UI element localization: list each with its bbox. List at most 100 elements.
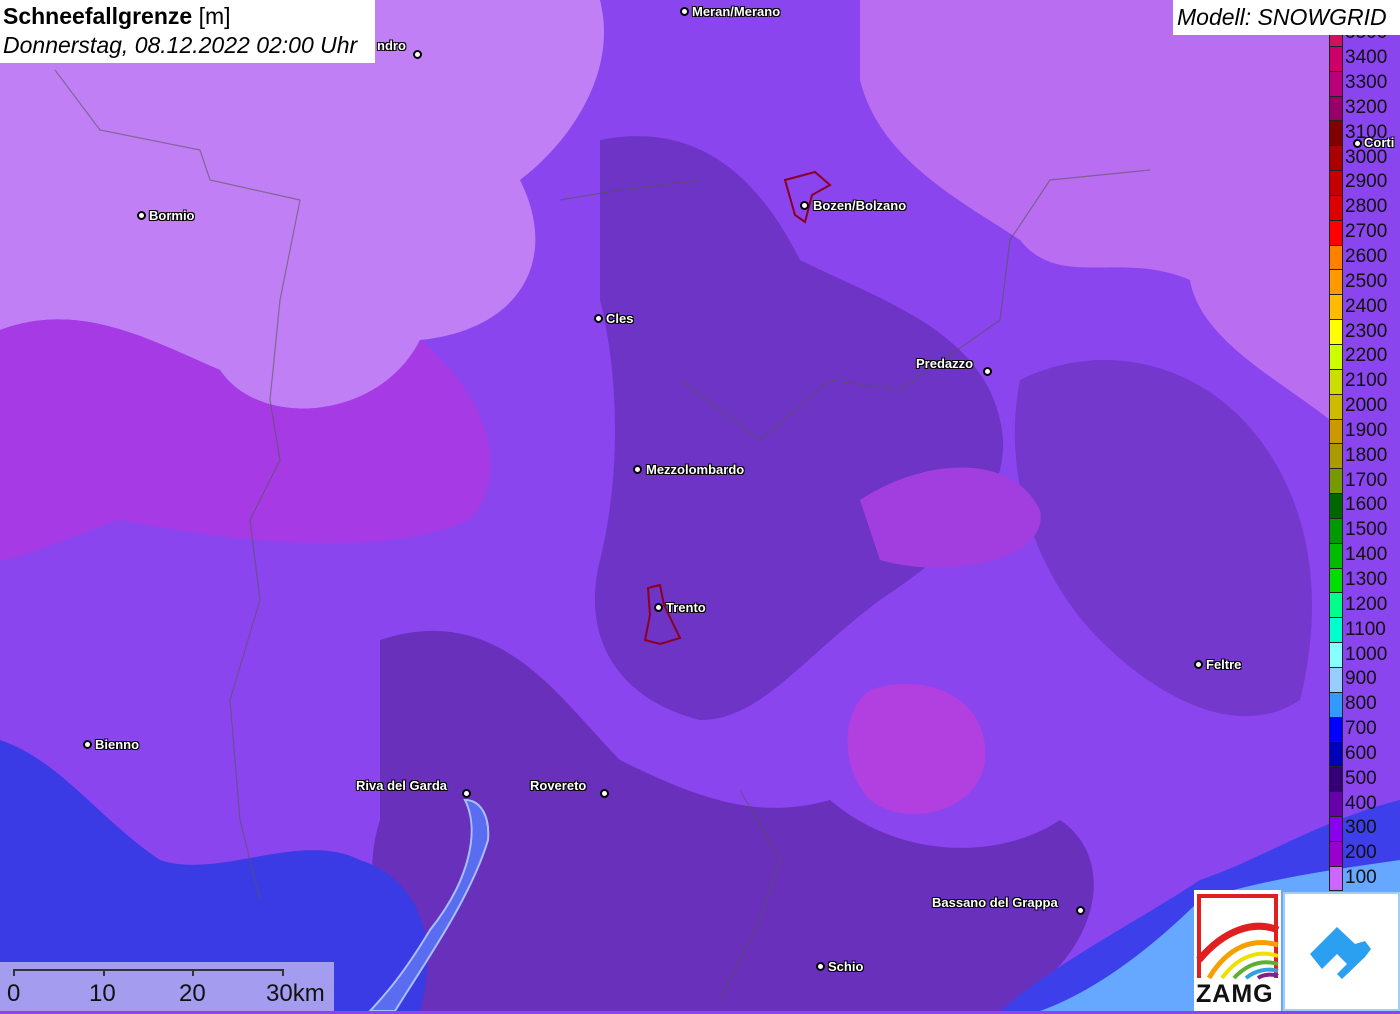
legend-swatch xyxy=(1329,865,1343,891)
legend-swatch xyxy=(1329,343,1343,369)
legend-value: 2300 xyxy=(1345,320,1388,342)
legend-swatch xyxy=(1329,468,1343,494)
legend-swatch xyxy=(1329,194,1343,220)
legend-row: 2400 xyxy=(1329,294,1399,320)
legend-swatch xyxy=(1329,642,1343,667)
legend-swatch xyxy=(1329,170,1343,195)
legend-swatch xyxy=(1329,816,1343,841)
city-dot xyxy=(654,603,663,612)
legend-swatch xyxy=(1329,666,1343,692)
roof-cloud-icon xyxy=(1310,927,1371,979)
legend-value: 100 xyxy=(1345,867,1377,889)
legend-value: 2600 xyxy=(1345,246,1388,268)
legend-swatch xyxy=(1329,493,1343,518)
city-dot xyxy=(83,740,92,749)
legend-value: 3100 xyxy=(1345,121,1388,143)
legend-value: 1300 xyxy=(1345,568,1388,590)
legend-row: 1400 xyxy=(1329,542,1399,568)
legend-value: 2900 xyxy=(1345,171,1388,193)
city-label-bienno: Bienno xyxy=(95,737,140,752)
legend-value: 2800 xyxy=(1345,196,1388,218)
legend-row: 500 xyxy=(1329,766,1399,792)
legend-swatch xyxy=(1329,145,1343,171)
legend-row: 2300 xyxy=(1329,319,1399,344)
city-label-meran: Meran/Merano xyxy=(692,4,781,19)
city-label-mezzolombardo: Mezzolombardo xyxy=(646,462,745,477)
city-label-bozen: Bozen/Bolzano xyxy=(813,198,907,213)
legend-row: 1600 xyxy=(1329,493,1399,518)
model-label: Modell: SNOWGRID xyxy=(1173,0,1400,35)
legend-value: 2500 xyxy=(1345,270,1388,292)
legend-value: 1200 xyxy=(1345,593,1388,615)
city-label-cles: Cles xyxy=(606,311,634,326)
legend-swatch xyxy=(1329,517,1343,543)
legend-value: 2100 xyxy=(1345,370,1388,392)
legend-row: 100 xyxy=(1329,865,1399,891)
legend-value: 1600 xyxy=(1345,494,1388,516)
city-label-silandro: ndro xyxy=(377,38,406,53)
map-title-box: Schneefallgrenze [m] Donnerstag, 08.12.2… xyxy=(0,0,375,63)
legend-row: 2000 xyxy=(1329,393,1399,419)
city-dot xyxy=(462,789,471,798)
legend-row: 2200 xyxy=(1329,343,1399,369)
scale-bar: 0 10 20 30km xyxy=(0,962,334,1011)
color-legend: 3500340033003200310030002900280027002600… xyxy=(1329,21,1399,891)
legend-value: 900 xyxy=(1345,668,1377,690)
legend-swatch xyxy=(1329,120,1343,146)
legend-swatch xyxy=(1329,319,1343,344)
legend-swatch xyxy=(1329,70,1343,96)
legend-value: 2200 xyxy=(1345,345,1388,367)
legend-swatch xyxy=(1329,716,1343,742)
city-dot xyxy=(680,7,689,16)
city-dot xyxy=(816,962,825,971)
city-label-feltre: Feltre xyxy=(1206,657,1242,672)
legend-row: 1300 xyxy=(1329,567,1399,593)
map-title: Schneefallgrenze xyxy=(3,3,193,29)
legend-row: 1200 xyxy=(1329,592,1399,618)
legend-value: 1000 xyxy=(1345,643,1388,665)
legend-row: 3300 xyxy=(1329,70,1399,96)
legend-swatch xyxy=(1329,95,1343,121)
legend-value: 1700 xyxy=(1345,469,1388,491)
legend-value: 1400 xyxy=(1345,544,1388,566)
legend-value: 500 xyxy=(1345,767,1377,789)
city-label-trento: Trento xyxy=(666,600,706,615)
snowgrid-logo[interactable] xyxy=(1283,892,1400,1011)
legend-value: 3000 xyxy=(1345,146,1388,168)
legend-value: 3400 xyxy=(1345,47,1388,69)
scale-tick xyxy=(13,969,15,976)
legend-swatch xyxy=(1329,542,1343,568)
legend-row: 2500 xyxy=(1329,269,1399,295)
legend-value: 2000 xyxy=(1345,395,1388,417)
legend-row: 400 xyxy=(1329,791,1399,816)
legend-value: 300 xyxy=(1345,817,1377,839)
legend-swatch xyxy=(1329,219,1343,245)
legend-row: 300 xyxy=(1329,816,1399,841)
legend-swatch xyxy=(1329,418,1343,444)
city-dot xyxy=(600,789,609,798)
city-dot xyxy=(1076,906,1085,915)
city-dot xyxy=(633,465,642,474)
zamg-logo-text: ZAMG xyxy=(1196,980,1274,1008)
zamg-logo[interactable]: ZAMG xyxy=(1194,890,1281,1011)
snowfall-limit-map[interactable] xyxy=(0,0,1400,1011)
legend-row: 700 xyxy=(1329,716,1399,742)
legend-swatch xyxy=(1329,741,1343,767)
city-label-predazzo: Predazzo xyxy=(916,356,974,371)
legend-value: 700 xyxy=(1345,718,1377,740)
legend-row: 600 xyxy=(1329,741,1399,767)
legend-row: 1700 xyxy=(1329,468,1399,494)
map-unit: [m] xyxy=(198,3,231,29)
legend-row: 1500 xyxy=(1329,517,1399,543)
legend-value: 1900 xyxy=(1345,419,1388,441)
city-dot xyxy=(594,314,603,323)
scale-tick xyxy=(282,969,284,976)
city-dot xyxy=(413,50,422,59)
legend-swatch xyxy=(1329,617,1343,643)
legend-value: 600 xyxy=(1345,742,1377,764)
legend-value: 1100 xyxy=(1345,618,1386,640)
legend-row: 1100 xyxy=(1329,617,1399,643)
city-dot xyxy=(1194,660,1203,669)
city-label-riva: Riva del Garda xyxy=(356,778,448,793)
city-dot xyxy=(137,211,146,220)
